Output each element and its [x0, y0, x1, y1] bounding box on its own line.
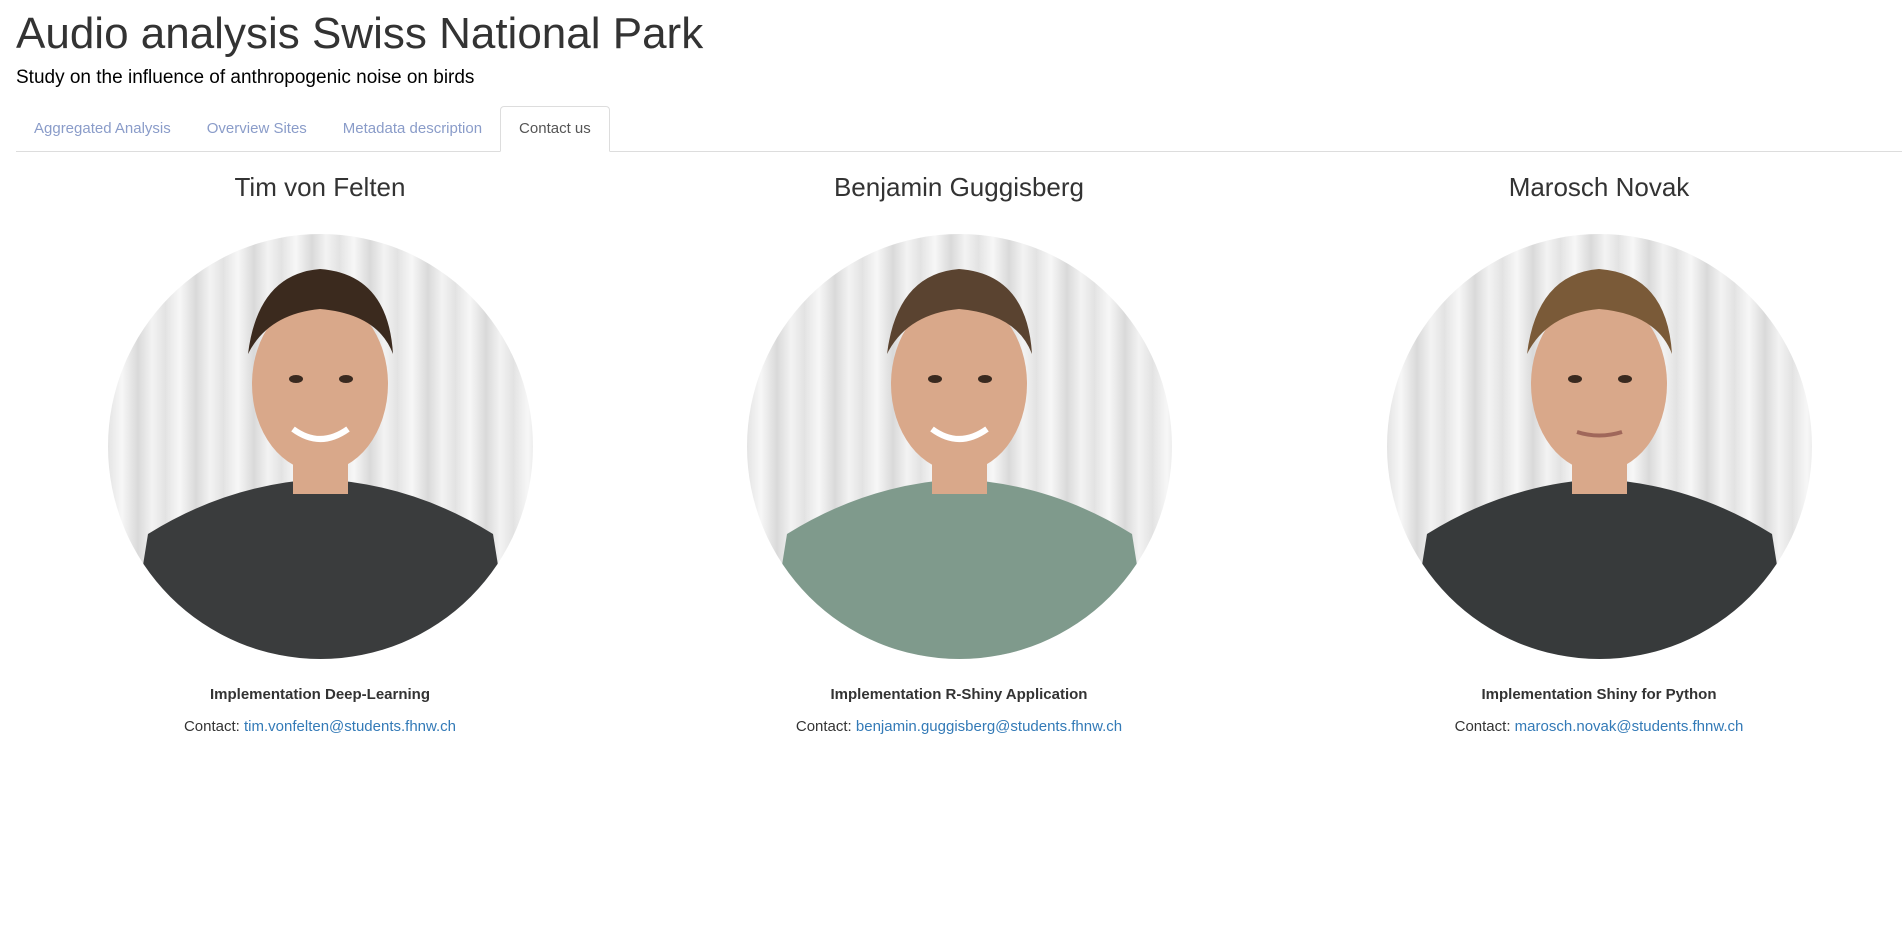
- member-contact: Contact: benjamin.guggisberg@students.fh…: [639, 717, 1279, 737]
- page-title: Audio analysis Swiss National Park: [16, 9, 704, 58]
- page-subtitle: Study on the influence of anthropogenic …: [16, 67, 475, 88]
- email-link[interactable]: benjamin.guggisberg@students.fhnw.ch: [856, 718, 1122, 735]
- member-portrait: [107, 234, 533, 659]
- member-name: Benjamin Guggisberg: [833, 172, 1085, 202]
- portrait-illustration: [127, 269, 513, 659]
- contact-label: Contact:: [1454, 718, 1511, 735]
- team-member-card: Marosch Novak Implementation Shiny for P…: [1279, 170, 1902, 737]
- tab-aggregated-analysis[interactable]: Aggregated Analysis: [16, 107, 189, 151]
- tab-overview-sites[interactable]: Overview Sites: [189, 107, 325, 151]
- member-portrait: [1386, 234, 1812, 659]
- email-link[interactable]: marosch.novak@students.fhnw.ch: [1515, 718, 1744, 735]
- contact-label: Contact:: [795, 718, 852, 735]
- team-member-card: Benjamin Guggisberg Implementation R-Shi…: [639, 170, 1279, 737]
- email-link[interactable]: tim.vonfelten@students.fhnw.ch: [244, 718, 456, 735]
- team-member-card: Tim von Felten Implementation Deep-Learn…: [0, 170, 640, 737]
- member-role: Implementation R-Shiny Application: [830, 686, 1088, 703]
- tab-metadata-description[interactable]: Metadata description: [325, 107, 500, 151]
- member-name: Tim von Felten: [234, 172, 406, 202]
- member-role: Implementation Deep-Learning: [209, 686, 431, 703]
- member-portrait: [746, 234, 1172, 659]
- contact-label: Contact:: [183, 718, 240, 735]
- tab-bar: Aggregated Analysis Overview Sites Metad…: [16, 106, 1902, 152]
- member-role: Implementation Shiny for Python: [1481, 686, 1717, 703]
- portrait-illustration: [766, 269, 1152, 659]
- member-contact: Contact: tim.vonfelten@students.fhnw.ch: [0, 717, 640, 737]
- portrait-illustration: [1406, 269, 1792, 659]
- team-section: Tim von Felten Implementation Deep-Learn…: [0, 170, 1902, 750]
- page: Audio analysis Swiss National Park Study…: [0, 0, 1902, 925]
- member-name: Marosch Novak: [1508, 172, 1690, 202]
- member-contact: Contact: marosch.novak@students.fhnw.ch: [1279, 717, 1902, 737]
- tab-contact-us[interactable]: Contact us: [500, 106, 610, 152]
